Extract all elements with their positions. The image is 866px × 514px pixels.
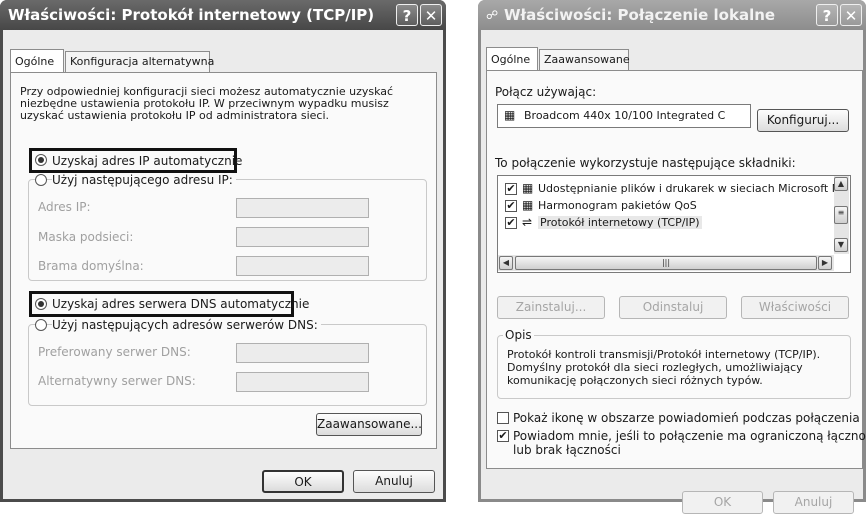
component-item-sharing[interactable]: Udostępnianie plików i drukarek w siecia… [538, 182, 840, 195]
adapter-name: Broadcom 440x 10/100 Integrated C [524, 109, 726, 122]
cancel-button[interactable]: Anuluj [773, 491, 854, 514]
radio-ip-manual-label[interactable]: Użyj następującego adresu IP: [52, 173, 236, 187]
subnet-mask-label: Maska podsieci: [38, 230, 134, 244]
network-adapter-icon: ▦ [504, 108, 516, 122]
scroll-left-icon[interactable]: ◀ [499, 256, 513, 270]
tab-general[interactable]: Ogólne [486, 47, 538, 70]
preferred-dns-field [236, 343, 369, 363]
scroll-thumb[interactable]: ≡ [834, 206, 848, 224]
tcpip-properties-window: Właściwości: Protokół internetowy (TCP/I… [0, 0, 446, 502]
scroll-thumb[interactable]: ||| [515, 256, 817, 270]
component-item-tcpip[interactable]: Protokół internetowy (TCP/IP) [538, 216, 702, 229]
vertical-scrollbar[interactable]: ▲ ≡ ▼ [834, 176, 849, 254]
help-icon[interactable]: ? [816, 4, 838, 26]
alternate-dns-field [236, 372, 369, 392]
show-icon-label[interactable]: Pokaż ikonę w obszarze powiadomień podcz… [513, 411, 860, 425]
notify-checkbox[interactable]: ✔ [497, 430, 509, 442]
protocol-icon: ⇌ [522, 215, 533, 229]
components-label: To połączenie wykorzystuje następujące s… [495, 156, 796, 170]
dialog-body: Ogólne Zaawansowane Połącz używając: ▦ B… [481, 30, 866, 514]
general-panel: Połącz używając: ▦ Broadcom 440x 10/100 … [486, 70, 866, 469]
description-line-3: komunikację połączonych sieci różnych ty… [507, 374, 763, 387]
component-item-qos[interactable]: Harmonogram pakietów QoS [538, 199, 697, 212]
scroll-right-icon[interactable]: ▶ [818, 256, 832, 270]
gateway-label: Brama domyślna: [38, 259, 144, 273]
help-icon[interactable]: ? [396, 4, 418, 26]
dialog-body: Ogólne Konfiguracja alternatywna Przy od… [3, 30, 443, 499]
tab-alternate-config[interactable]: Konfiguracja alternatywna [65, 51, 214, 72]
connection-properties-window: ☍ Właściwości: Połączenie lokalne ? ✕ Og… [478, 0, 866, 514]
ok-button[interactable]: OK [682, 491, 763, 514]
close-icon[interactable]: ✕ [840, 4, 862, 26]
radio-dns-manual-label[interactable]: Użyj następujących adresów serwerów DNS: [52, 318, 321, 332]
description-line-3: uzyskać ustawienia protokołu IP od admin… [20, 109, 329, 122]
properties-button[interactable]: Właściwości [741, 296, 849, 319]
notify-label-line-1[interactable]: Powiadom mnie, jeśli to połączenie ma og… [513, 429, 866, 443]
advanced-button[interactable]: Zaawansowane... [316, 413, 422, 436]
connection-icon: ☍ [486, 8, 499, 22]
components-list: ✔ ▦ Udostępnianie plików i drukarek w si… [497, 175, 851, 273]
scroll-up-icon[interactable]: ▲ [834, 177, 848, 191]
horizontal-scrollbar[interactable]: ◀ ||| ▶ [498, 255, 834, 271]
close-icon[interactable]: ✕ [420, 4, 442, 26]
gateway-field [236, 256, 369, 276]
tab-general[interactable]: Ogólne [10, 49, 64, 72]
window-title: Właściwości: Protokół internetowy (TCP/I… [8, 6, 375, 24]
cancel-button[interactable]: Anuluj [353, 470, 435, 493]
connect-using-label: Połącz używając: [495, 85, 597, 99]
dns-group [28, 324, 427, 406]
ok-button[interactable]: OK [262, 470, 344, 493]
component-checkbox-qos[interactable]: ✔ [505, 200, 517, 212]
radio-dns-auto[interactable] [35, 298, 47, 310]
component-checkbox-tcpip[interactable]: ✔ [505, 217, 517, 229]
subnet-mask-field [236, 227, 369, 247]
ip-address-label: Adres IP: [38, 200, 91, 214]
title-bar[interactable]: ☍ Właściwości: Połączenie lokalne ? ✕ [478, 0, 866, 30]
install-button[interactable]: Zainstaluj... [497, 296, 605, 319]
preferred-dns-label: Preferowany serwer DNS: [38, 345, 191, 359]
adapter-box: ▦ Broadcom 440x 10/100 Integrated C [497, 104, 751, 128]
radio-ip-manual[interactable] [35, 174, 47, 186]
radio-ip-auto-label[interactable]: Uzyskaj adres IP automatycznie [52, 154, 242, 168]
general-panel: Przy odpowiedniej konfiguracji sieci moż… [10, 72, 437, 449]
scroll-down-icon[interactable]: ▼ [834, 238, 848, 252]
show-icon-checkbox[interactable] [497, 412, 509, 424]
ip-address-field [236, 198, 369, 218]
radio-ip-auto[interactable] [35, 154, 47, 166]
description-line-2: Domyślny protokół dla sieci rozległych, … [507, 361, 803, 374]
window-title: Właściwości: Połączenie lokalne [504, 6, 776, 24]
notify-label-line-2[interactable]: lub brak łączności [513, 443, 621, 457]
radio-dns-manual[interactable] [35, 319, 47, 331]
alternate-dns-label: Alternatywny serwer DNS: [38, 374, 196, 388]
description-group-label: Opis [503, 328, 534, 342]
network-service-icon: ▦ [522, 198, 534, 212]
component-checkbox-sharing[interactable]: ✔ [505, 183, 517, 195]
tab-advanced[interactable]: Zaawansowane [539, 49, 630, 70]
network-service-icon: ▦ [522, 181, 534, 195]
title-bar[interactable]: Właściwości: Protokół internetowy (TCP/I… [0, 0, 446, 30]
configure-button[interactable]: Konfiguruj... [757, 109, 849, 132]
description-line-1: Protokół kontroli transmisji/Protokół in… [507, 348, 821, 361]
radio-dns-auto-label[interactable]: Uzyskaj adres serwera DNS automatycznie [52, 297, 309, 311]
uninstall-button[interactable]: Odinstaluj [619, 296, 727, 319]
